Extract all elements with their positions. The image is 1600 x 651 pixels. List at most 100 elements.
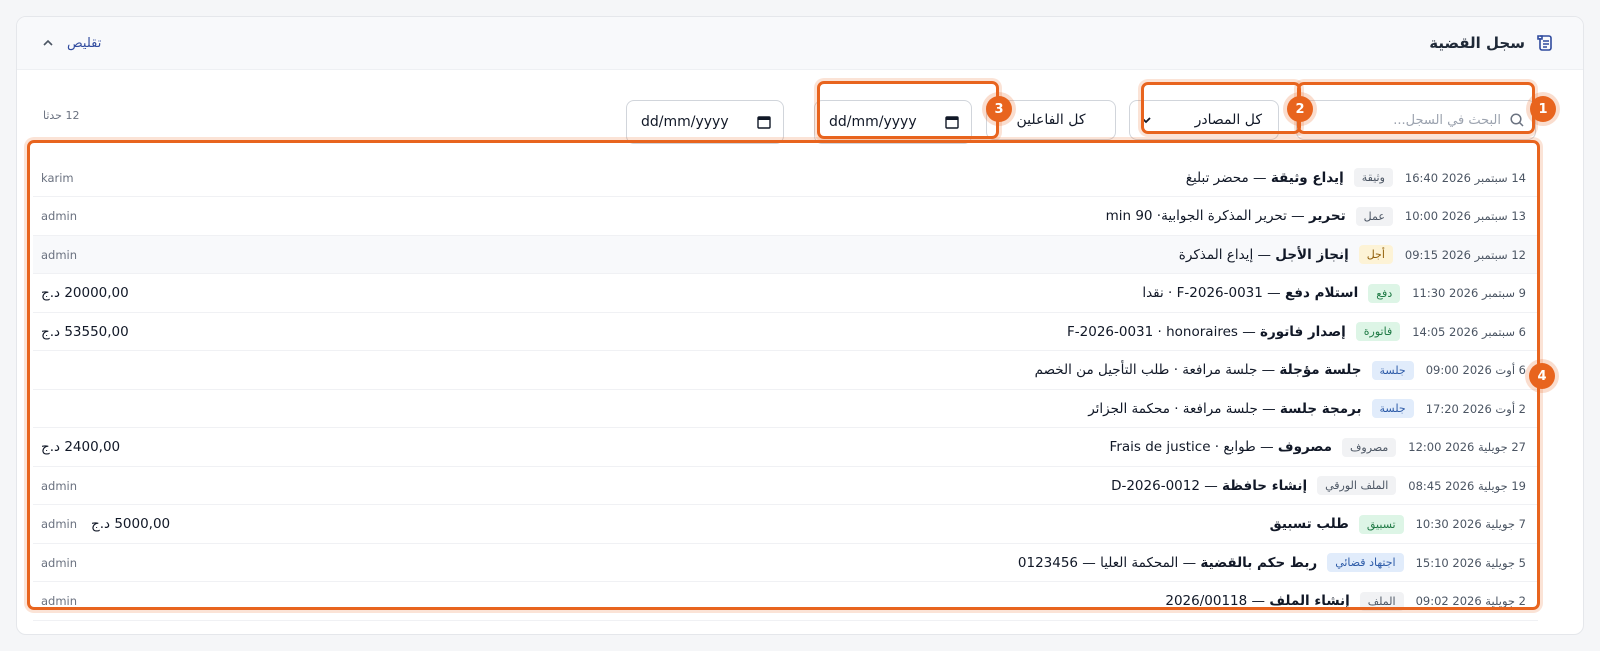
calendar-icon[interactable]: [945, 115, 959, 129]
page-title: سجل القضية: [1429, 34, 1525, 52]
search-icon: [1509, 112, 1525, 128]
event-datetime: 19 جويلية 2026 08:45: [1408, 478, 1526, 493]
annotation-marker-4: 4: [1529, 363, 1555, 389]
event-user: admin: [41, 555, 78, 570]
annotation-marker-1: 1: [1530, 96, 1556, 122]
table-row[interactable]: 2 أوت 2026 17:20 جلسة برمجة جلسة — جلسة مر…: [33, 390, 1538, 428]
event-detail: — محضر تبليغ: [1185, 169, 1271, 186]
event-title: مصروف: [1277, 439, 1333, 455]
scroll-icon: [1535, 33, 1555, 53]
calendar-icon[interactable]: [757, 115, 771, 129]
event-type-badge: تسبيق: [1358, 514, 1404, 534]
event-title: استلام دفع: [1284, 285, 1359, 301]
event-detail: — إيداع المذكرة: [1178, 246, 1276, 263]
event-description: مصروف — طوابع · Frais de justice: [1110, 439, 1332, 455]
annotation-marker-3: 3: [986, 96, 1012, 122]
event-datetime: 7 جويلية 2026 10:30: [1415, 517, 1526, 531]
event-datetime: 6 سبتمبر 2026 14:05: [1412, 324, 1526, 339]
event-description: تحرير — تحرير المذكرة الجوابية· 90 min: [1106, 208, 1346, 224]
event-type-badge: أجل: [1358, 245, 1393, 264]
event-type-badge: اجتهاد قضائي: [1327, 553, 1404, 572]
date-from-input[interactable]: dd/mm/yyyy: [814, 100, 972, 144]
event-description: برمجة جلسة — جلسة مرافعة · محكمة الجزائر: [1088, 401, 1361, 417]
event-title: إنجاز الأجل: [1275, 246, 1349, 263]
event-user: admin: [41, 594, 78, 608]
table-row[interactable]: 6 أوت 2026 09:00 جلسة جلسة مؤجلة — جلسة مر…: [33, 352, 1538, 390]
table-row[interactable]: 5 جويلية 2026 15:10 اجتهاد قضائي ربط حكم ب…: [33, 544, 1538, 582]
event-title: طلب تسبيق: [1269, 516, 1349, 532]
card-header: سجل القضية تقليص: [17, 17, 1583, 70]
event-title: ربط حكم بالقضية: [1200, 554, 1318, 571]
table-row[interactable]: 19 جويلية 2026 08:45 الملف الورقي إنشاء حا…: [33, 467, 1538, 505]
title-wrap: سجل القضية: [1429, 33, 1555, 53]
event-detail: — 2026/00118: [1165, 593, 1270, 609]
search-input[interactable]: [1297, 101, 1535, 139]
event-type-badge: الملف الورقي: [1317, 476, 1397, 495]
event-title: إصدار فاتورة: [1260, 323, 1346, 340]
event-datetime: 27 جويلية 2026 12:00: [1408, 440, 1526, 454]
date-from-value: dd/mm/yyyy: [829, 114, 917, 130]
event-amount: 53550,00 د.ج: [41, 323, 129, 340]
event-title: برمجة جلسة: [1279, 400, 1362, 417]
table-row[interactable]: 6 سبتمبر 2026 14:05 فاتورة إصدار فاتورة — …: [33, 313, 1538, 351]
event-title: جلسة مؤجلة: [1279, 362, 1362, 378]
event-title: إنشاء حافظة: [1222, 477, 1308, 494]
event-detail: — جلسة مرافعة · محكمة الجزائر: [1088, 400, 1280, 417]
event-user: admin: [41, 517, 78, 531]
event-type-badge: وثيقة: [1353, 168, 1393, 187]
date-to-input[interactable]: dd/mm/yyyy: [626, 100, 784, 144]
event-description: إنشاء الملف — 2026/00118: [1165, 593, 1349, 609]
event-type-badge: جلسة: [1371, 360, 1414, 380]
event-amount: 20000,00 د.ج: [41, 285, 129, 301]
event-title: تحرير: [1308, 208, 1346, 224]
event-datetime: 14 سبتمبر 2026 16:40: [1404, 170, 1526, 185]
event-datetime: 5 جويلية 2026 15:10: [1415, 555, 1526, 570]
table-row[interactable]: 12 سبتمبر 2026 09:15 أجل إنجاز الأجل — إيد…: [33, 236, 1538, 274]
event-description: جلسة مؤجلة — جلسة مرافعة · طلب التأجيل م…: [1035, 362, 1362, 378]
event-user: admin: [41, 247, 78, 262]
event-datetime: 12 سبتمبر 2026 09:15: [1404, 247, 1526, 262]
event-type-badge: الملف: [1359, 591, 1404, 611]
event-description: إنشاء حافظة — D-2026-0012: [1111, 478, 1307, 494]
event-datetime: 2 جويلية 2026 09:02: [1415, 594, 1526, 608]
table-row[interactable]: 14 سبتمبر 2026 16:40 وثيقة إيداع وثيقة — م…: [33, 159, 1538, 197]
event-detail: — طوابع · Frais de justice: [1109, 439, 1278, 455]
chevron-down-icon: [1140, 114, 1152, 126]
event-user: admin: [41, 478, 78, 493]
event-user: karim: [41, 170, 74, 185]
event-description: إنجاز الأجل — إيداع المذكرة: [1179, 247, 1349, 263]
event-title: إيداع وثيقة: [1270, 169, 1344, 186]
event-description: إصدار فاتورة — F-2026-0031 · honoraires: [1067, 324, 1346, 340]
date-to-value: dd/mm/yyyy: [641, 114, 729, 130]
event-description: ربط حكم بالقضية — المحكمة العليا — 01234…: [1018, 555, 1317, 571]
event-description: استلام دفع — F-2026-0031 · نقدا: [1142, 285, 1358, 301]
table-row[interactable]: 27 جويلية 2026 12:00 مصروف مصروف — طوابع ·…: [33, 429, 1538, 467]
event-datetime: 13 سبتمبر 2026 10:00: [1404, 209, 1526, 223]
event-type-badge: مصروف: [1342, 437, 1397, 457]
source-select[interactable]: كل المصادر: [1129, 100, 1279, 140]
search-box[interactable]: [1296, 100, 1536, 140]
event-type-badge: دفع: [1368, 283, 1401, 303]
filter-toolbar: 12 حدثا كل المصادر كل الفاعلين dd/mm/yyy…: [17, 88, 1583, 144]
event-detail: — F-2026-0031 · honoraires: [1067, 323, 1261, 340]
table-row[interactable]: 9 سبتمبر 2026 11:30 دفع استلام دفع — F-202…: [33, 275, 1538, 313]
event-amount: 2400,00 د.ج: [41, 439, 121, 455]
table-row[interactable]: 2 جويلية 2026 09:02 الملف إنشاء الملف — 20…: [33, 583, 1538, 621]
event-detail: — تحرير المذكرة الجوابية· 90 min: [1105, 208, 1309, 224]
event-type-badge: فاتورة: [1355, 322, 1401, 341]
event-detail: — المحكمة العليا — 0123456: [1017, 554, 1201, 571]
source-select-value: كل المصادر: [1194, 112, 1262, 128]
collapse-button[interactable]: تقليص: [41, 36, 101, 51]
case-log-card: سجل القضية تقليص 12 حدثا كل المصادر كل ا…: [16, 16, 1584, 635]
collapse-label: تقليص: [67, 35, 102, 51]
event-user: admin: [41, 209, 78, 223]
event-datetime: 6 أوت 2026 09:00: [1425, 363, 1526, 377]
event-datetime: 2 أوت 2026 17:20: [1425, 401, 1526, 416]
event-datetime: 9 سبتمبر 2026 11:30: [1412, 286, 1526, 300]
event-detail: — F-2026-0031 · نقدا: [1142, 285, 1285, 301]
annotation-marker-2: 2: [1287, 96, 1313, 122]
table-row[interactable]: 7 جويلية 2026 10:30 تسبيق طلب تسبيق 5000,00…: [33, 506, 1538, 544]
table-row[interactable]: 13 سبتمبر 2026 10:00 عمل تحرير — تحرير الم…: [33, 198, 1538, 236]
event-type-badge: عمل: [1355, 206, 1393, 226]
event-detail: — D-2026-0012: [1111, 477, 1223, 494]
